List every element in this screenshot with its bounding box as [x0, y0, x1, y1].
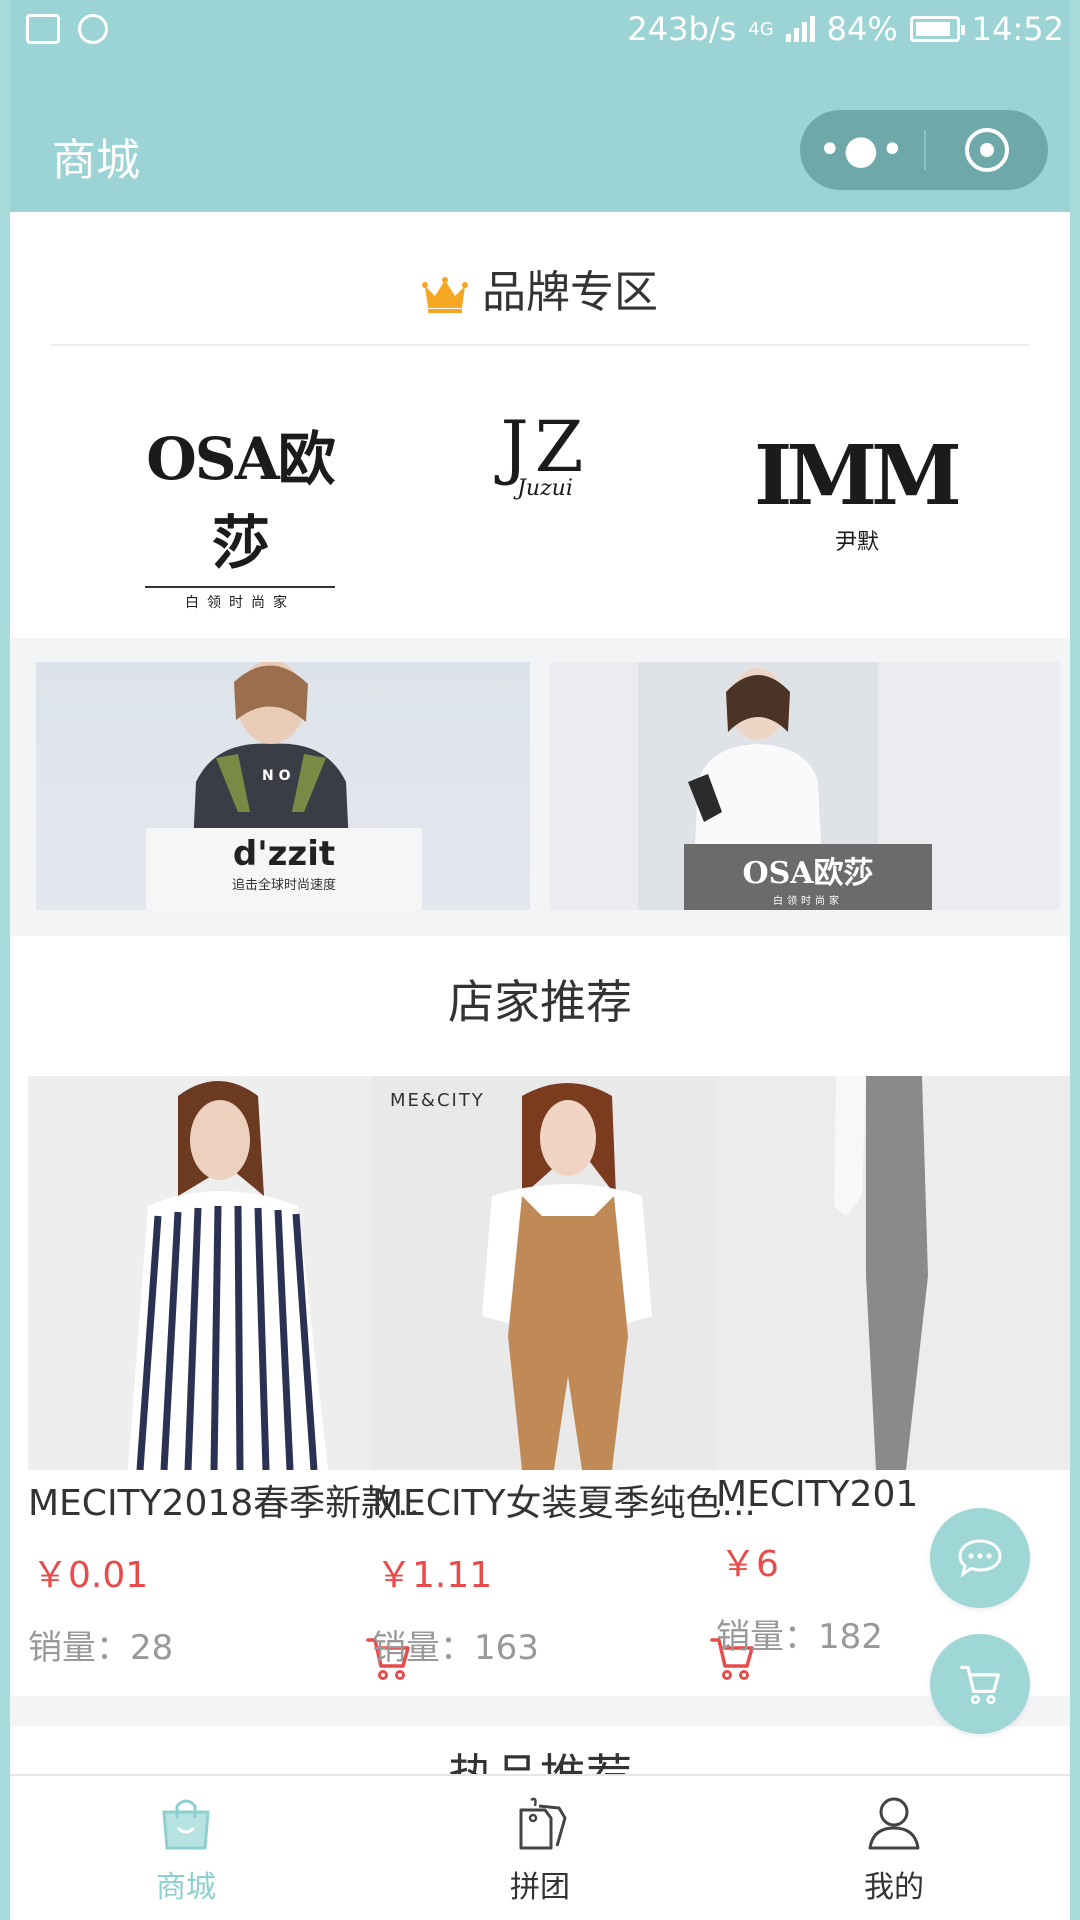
- status-bar: 243b/s 4G 84% 14:52: [10, 0, 1070, 62]
- product-image[interactable]: ME&CITY: [372, 1076, 766, 1470]
- network-speed: 243b/s: [627, 10, 737, 48]
- banner-dzzit[interactable]: N O d'zzit 追击全球时尚速度: [36, 662, 530, 910]
- more-menu-button[interactable]: •●•: [800, 127, 924, 173]
- tab-group-buy[interactable]: 拼团: [440, 1794, 640, 1906]
- product-photo: [372, 1076, 766, 1470]
- shopping-bag-icon: [162, 1799, 210, 1850]
- brand-logo-jz[interactable]: JZ Juzui: [480, 412, 610, 501]
- product-name: MECITY2018春季新款..: [28, 1483, 421, 1524]
- banner-osa-brand: OSA欧莎: [742, 856, 874, 891]
- battery-percent: 84%: [826, 10, 898, 48]
- tab-label: 商城: [156, 1870, 216, 1905]
- target-icon: [965, 128, 1009, 172]
- tab-bar: 商城 拼团 我的: [10, 1774, 1070, 1920]
- brand-logo-imm-sub: 尹默: [834, 530, 879, 555]
- banner-osa-slogan: 白领时尚家: [773, 896, 843, 907]
- svg-text:N O: N O: [262, 768, 291, 784]
- shop-recommend-section: 店家推荐 MECITY2018春季新款.. ￥0.01 销量：28 ME&CIT…: [10, 936, 1070, 1696]
- product-card[interactable]: ME&CITY MECITY女装夏季纯色... ￥1.11 销量：163: [372, 1076, 766, 1680]
- product-image[interactable]: [28, 1076, 422, 1470]
- tab-label: 我的: [864, 1870, 924, 1905]
- brand-zone-title: 品牌专区: [482, 267, 658, 318]
- network-type: 4G: [748, 18, 774, 40]
- brand-logo-osa-sub: 白领时尚家: [185, 595, 295, 611]
- app-frame: 243b/s 4G 84% 14:52 商城 •●• 品牌专区 OSA欧莎 白领…: [10, 0, 1070, 1920]
- chat-icon: [958, 1539, 1002, 1578]
- cart-icon: [960, 1665, 1000, 1705]
- product-sales: 销量：163: [372, 1628, 539, 1668]
- banner-dzzit-brand: d'zzit: [232, 834, 336, 874]
- battery-icon: [909, 16, 965, 42]
- product-sales: 销量：28: [28, 1628, 174, 1668]
- tab-mine[interactable]: 我的: [794, 1794, 994, 1906]
- banner-osa-label: OSA欧莎 白领时尚家: [684, 844, 932, 910]
- clock: 14:52: [971, 10, 1064, 48]
- message-notification-icon: [78, 14, 108, 44]
- close-miniprogram-button[interactable]: [926, 128, 1048, 172]
- product-price: ￥1.11: [376, 1555, 493, 1596]
- banner-dzzit-label: d'zzit 追击全球时尚速度: [146, 828, 422, 910]
- product-image[interactable]: [716, 1076, 1070, 1470]
- product-photo: [28, 1076, 422, 1470]
- brand-logo-imm[interactable]: IMM 尹默: [735, 428, 975, 556]
- miniprogram-capsule: •●•: [800, 110, 1048, 190]
- banner-row: N O d'zzit 追击全球时尚速度 OSA欧莎 白领时尚家: [10, 638, 1070, 936]
- product-brand-watermark: ME&CITY: [390, 1090, 485, 1111]
- product-price: ￥0.01: [32, 1555, 149, 1596]
- banner-dzzit-slogan: 追击全球时尚速度: [231, 878, 336, 893]
- banner-osa[interactable]: OSA欧莎 白领时尚家: [550, 662, 1060, 910]
- tab-label: 拼团: [510, 1870, 570, 1905]
- product-name: MECITY201: [716, 1474, 919, 1515]
- brand-logo-imm-main: IMM: [754, 428, 962, 524]
- brand-logo-osa[interactable]: OSA欧莎 白领时尚家: [130, 412, 350, 612]
- product-photo: [716, 1076, 1070, 1470]
- shopping-cart-button[interactable]: [930, 1634, 1030, 1734]
- user-icon: [868, 1797, 920, 1850]
- tag-icon: [519, 1797, 567, 1850]
- tab-mall[interactable]: 商城: [86, 1794, 286, 1906]
- customer-service-button[interactable]: [930, 1508, 1030, 1608]
- product-name: MECITY女装夏季纯色...: [372, 1483, 756, 1524]
- brand-logo-osa-main: OSA欧莎: [146, 425, 335, 577]
- brand-logo-jz-main: JZ: [500, 406, 590, 488]
- title-bar: 商城 •●•: [10, 62, 1070, 212]
- crown-icon: [422, 277, 468, 313]
- brand-logo-jz-sub: Juzui: [517, 476, 573, 501]
- divider: [50, 344, 1030, 346]
- product-card[interactable]: MECITY2018春季新款.. ￥0.01 销量：28: [28, 1076, 422, 1680]
- image-notification-icon: [26, 14, 60, 44]
- signal-icon: [785, 16, 815, 42]
- brand-zone-header: 品牌专区: [10, 256, 1070, 320]
- brand-zone: 品牌专区 OSA欧莎 白领时尚家 JZ Juzui IMM 尹默: [10, 212, 1070, 638]
- shop-recommend-title: 店家推荐: [448, 975, 632, 1029]
- page-title: 商城: [52, 135, 140, 186]
